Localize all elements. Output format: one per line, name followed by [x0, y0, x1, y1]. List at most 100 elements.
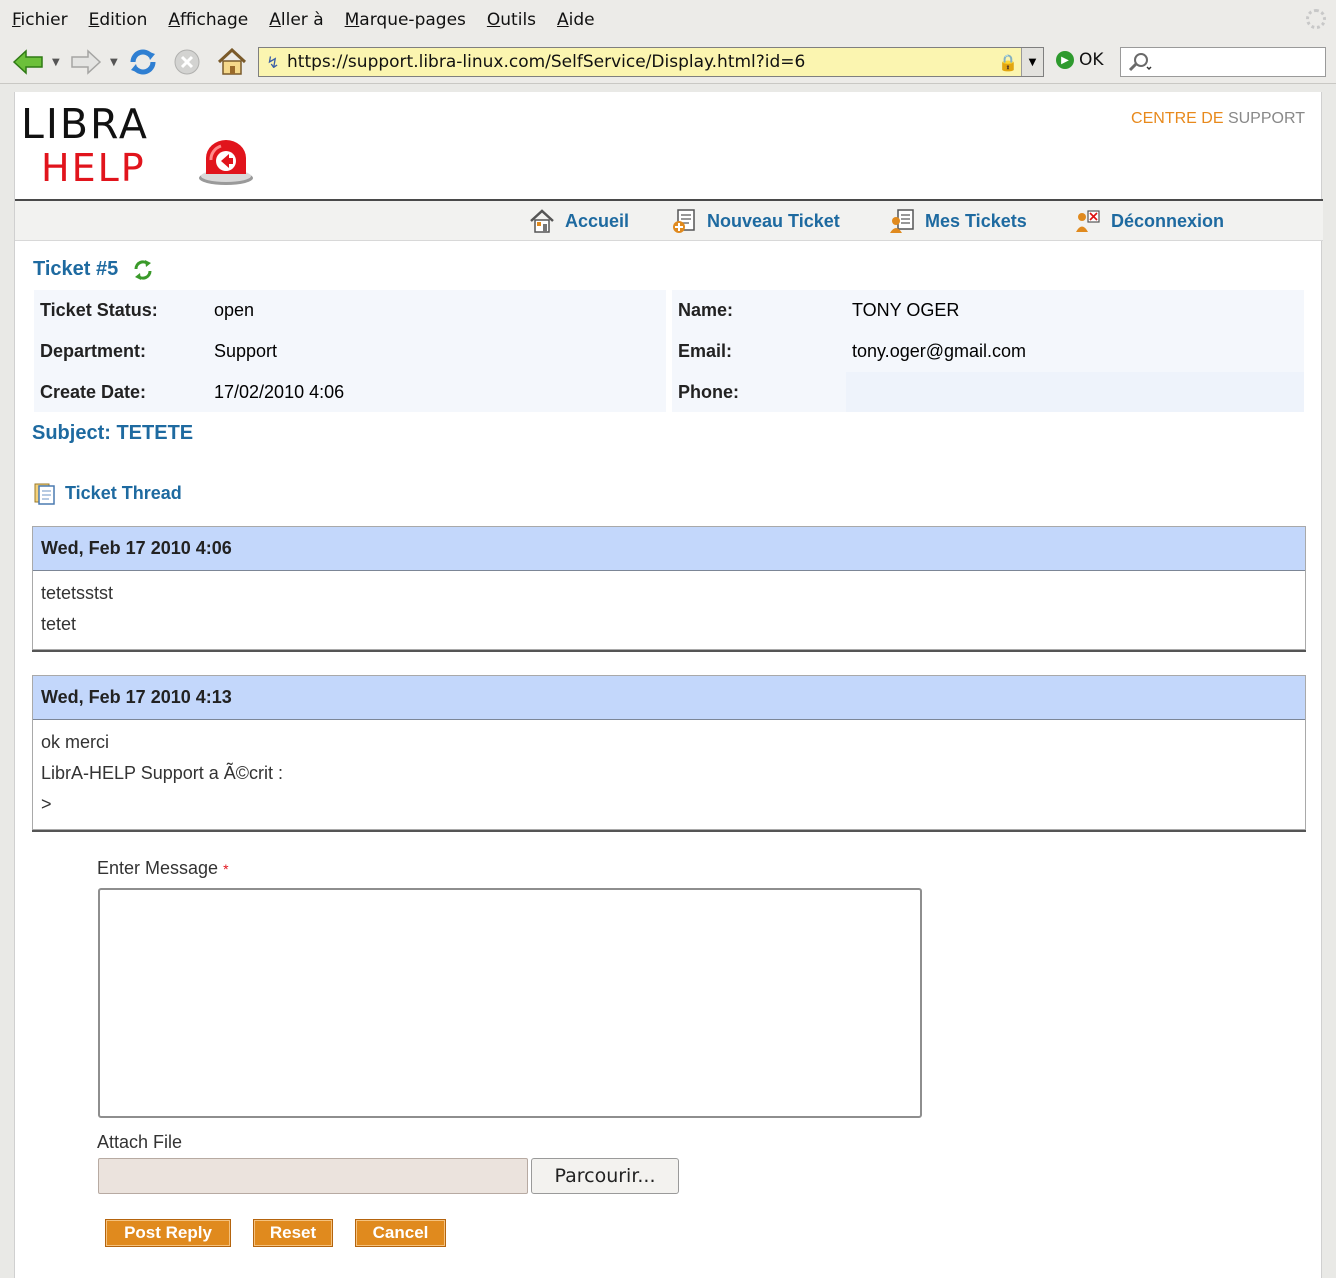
logo-line2: HELP [41, 146, 146, 190]
name-label: Name: [678, 299, 734, 320]
ticket-title: Ticket #5 [33, 258, 154, 281]
menu-label: dition [99, 10, 148, 30]
nav-label: Déconnexion [1111, 210, 1225, 231]
email-label: Email: [678, 340, 733, 361]
menu-aller[interactable]: Aller à [269, 10, 323, 30]
menu-marque-pages[interactable]: Marque-pages [345, 10, 466, 30]
message-line: ok merci [41, 732, 110, 752]
info-row: Ticket Status: open Name: TONY OGER [34, 290, 1304, 330]
logo-line1: LIBRA [21, 100, 149, 148]
home-icon[interactable] [214, 48, 250, 76]
nav-label: Nouveau Ticket [707, 210, 840, 231]
message-line: > [41, 794, 52, 814]
nav-label: Mes Tickets [925, 210, 1027, 231]
enter-message-text: Enter Message [97, 858, 219, 878]
nav-accueil[interactable]: Accueil [529, 208, 629, 234]
menu-fichier[interactable]: Fichier [12, 10, 68, 30]
menu-label: arque-pages [359, 10, 466, 30]
menu-label: ichier [20, 10, 68, 30]
message-body: tetetsstst tetet [33, 571, 1305, 647]
attach-file-input[interactable] [98, 1158, 528, 1194]
phone-value [846, 372, 852, 412]
browse-button[interactable]: Parcourir... [531, 1158, 679, 1194]
message-date: Wed, Feb 17 2010 4:13 [33, 676, 1305, 720]
favicon-icon: ↯ [266, 52, 280, 72]
centre-de-support-label: CENTRE DE SUPPORT [1131, 110, 1305, 128]
main-nav: Accueil Nouveau Ticket Mes Tickets Décon… [15, 199, 1323, 241]
reset-button[interactable]: Reset [253, 1219, 333, 1247]
cancel-button[interactable]: Cancel [355, 1219, 446, 1247]
phone-label: Phone: [678, 381, 739, 402]
message-textarea[interactable] [98, 888, 922, 1118]
nav-mes-tickets[interactable]: Mes Tickets [889, 208, 1027, 234]
go-icon: ▶ [1056, 51, 1074, 69]
new-ticket-icon [673, 209, 695, 233]
home-icon [530, 209, 554, 233]
forward-icon[interactable] [68, 48, 104, 76]
menu-label: utils [500, 10, 537, 30]
throbber-icon [1306, 9, 1326, 29]
thread-title-text: Ticket Thread [65, 482, 182, 503]
refresh-icon[interactable] [132, 259, 154, 281]
menu-outils[interactable]: Outils [487, 10, 536, 30]
info-row: Department: Support Email: tony.oger@gma… [34, 331, 1304, 371]
attach-file-label: Attach File [97, 1132, 183, 1152]
web-page: LIBRA HELP CENTRE DE SUPPORT Accueil Nou… [14, 92, 1323, 1278]
menu-accel: O [486, 10, 501, 30]
logout-icon [1076, 210, 1100, 232]
reload-icon[interactable] [126, 48, 160, 76]
department-value: Support [214, 340, 278, 361]
ticket-thread-title: Ticket Thread [33, 481, 182, 505]
message-body: ok merci LibrA-HELP Support a Ã©crit : > [33, 720, 1305, 827]
menu-accel: A [269, 10, 281, 30]
thread-message: Wed, Feb 17 2010 4:06 tetetsstst tetet [32, 526, 1306, 650]
nav-label: Accueil [565, 210, 630, 231]
name-value: TONY OGER [852, 299, 960, 320]
post-reply-button[interactable]: Post Reply [105, 1219, 231, 1247]
go-button[interactable]: ▶ OK [1056, 50, 1104, 70]
ticket-status-label: Ticket Status: [40, 299, 158, 320]
nav-deconnexion[interactable]: Déconnexion [1075, 208, 1224, 234]
menu-label: ffichage [180, 10, 249, 30]
back-dropdown-icon[interactable]: ▼ [52, 57, 60, 68]
forward-dropdown-icon[interactable]: ▼ [110, 57, 118, 68]
department-label: Department: [40, 340, 147, 361]
url-bar[interactable]: ↯ https://support.libra-linux.com/SelfSe… [258, 47, 1044, 77]
nav-nouveau-ticket[interactable]: Nouveau Ticket [671, 208, 840, 234]
url-dropdown-icon[interactable]: ▼ [1021, 48, 1043, 76]
menu-edition[interactable]: Edition [89, 10, 148, 30]
thread-message: Wed, Feb 17 2010 4:13 ok merci LibrA-HEL… [32, 675, 1306, 830]
search-input[interactable] [1120, 47, 1326, 77]
message-line: LibrA-HELP Support a Ã©crit : [41, 763, 284, 783]
thread-icon [34, 483, 55, 505]
centre-part1: CENTRE DE [1131, 110, 1224, 127]
create-date-value: 17/02/2010 4:06 [214, 381, 345, 402]
browser-menubar: Fichier Edition Affichage Aller à Marque… [0, 0, 1336, 40]
menu-affichage[interactable]: Affichage [168, 10, 248, 30]
siren-icon [199, 140, 253, 185]
lock-icon[interactable]: 🔒 [995, 53, 1021, 72]
ticket-status-value: open [214, 299, 255, 320]
ticket-title-text: Ticket #5 [33, 258, 119, 280]
centre-part2: SUPPORT [1227, 110, 1305, 127]
email-value: tony.oger@gmail.com [852, 340, 1027, 361]
stop-icon[interactable] [170, 48, 204, 76]
menu-label: ide [568, 10, 595, 30]
message-line: tetet [41, 614, 77, 634]
required-mark: * [223, 861, 229, 877]
menu-aide[interactable]: Aide [557, 10, 595, 30]
my-tickets-icon [890, 209, 914, 233]
menu-accel: A [168, 10, 181, 30]
url-text[interactable]: https://support.libra-linux.com/SelfServ… [287, 52, 995, 72]
menu-label: ller à [280, 10, 324, 30]
enter-message-label: Enter Message * [97, 858, 229, 879]
ticket-subject: Subject: TETETE [32, 422, 194, 444]
go-label: OK [1079, 50, 1104, 70]
menu-accel: M [344, 10, 360, 30]
libra-help-logo[interactable]: LIBRA HELP [21, 100, 261, 190]
create-date-label: Create Date: [40, 381, 147, 402]
message-date: Wed, Feb 17 2010 4:06 [33, 527, 1305, 571]
back-icon[interactable] [10, 48, 46, 76]
search-icon [1128, 53, 1152, 72]
menu-accel: F [12, 10, 21, 30]
